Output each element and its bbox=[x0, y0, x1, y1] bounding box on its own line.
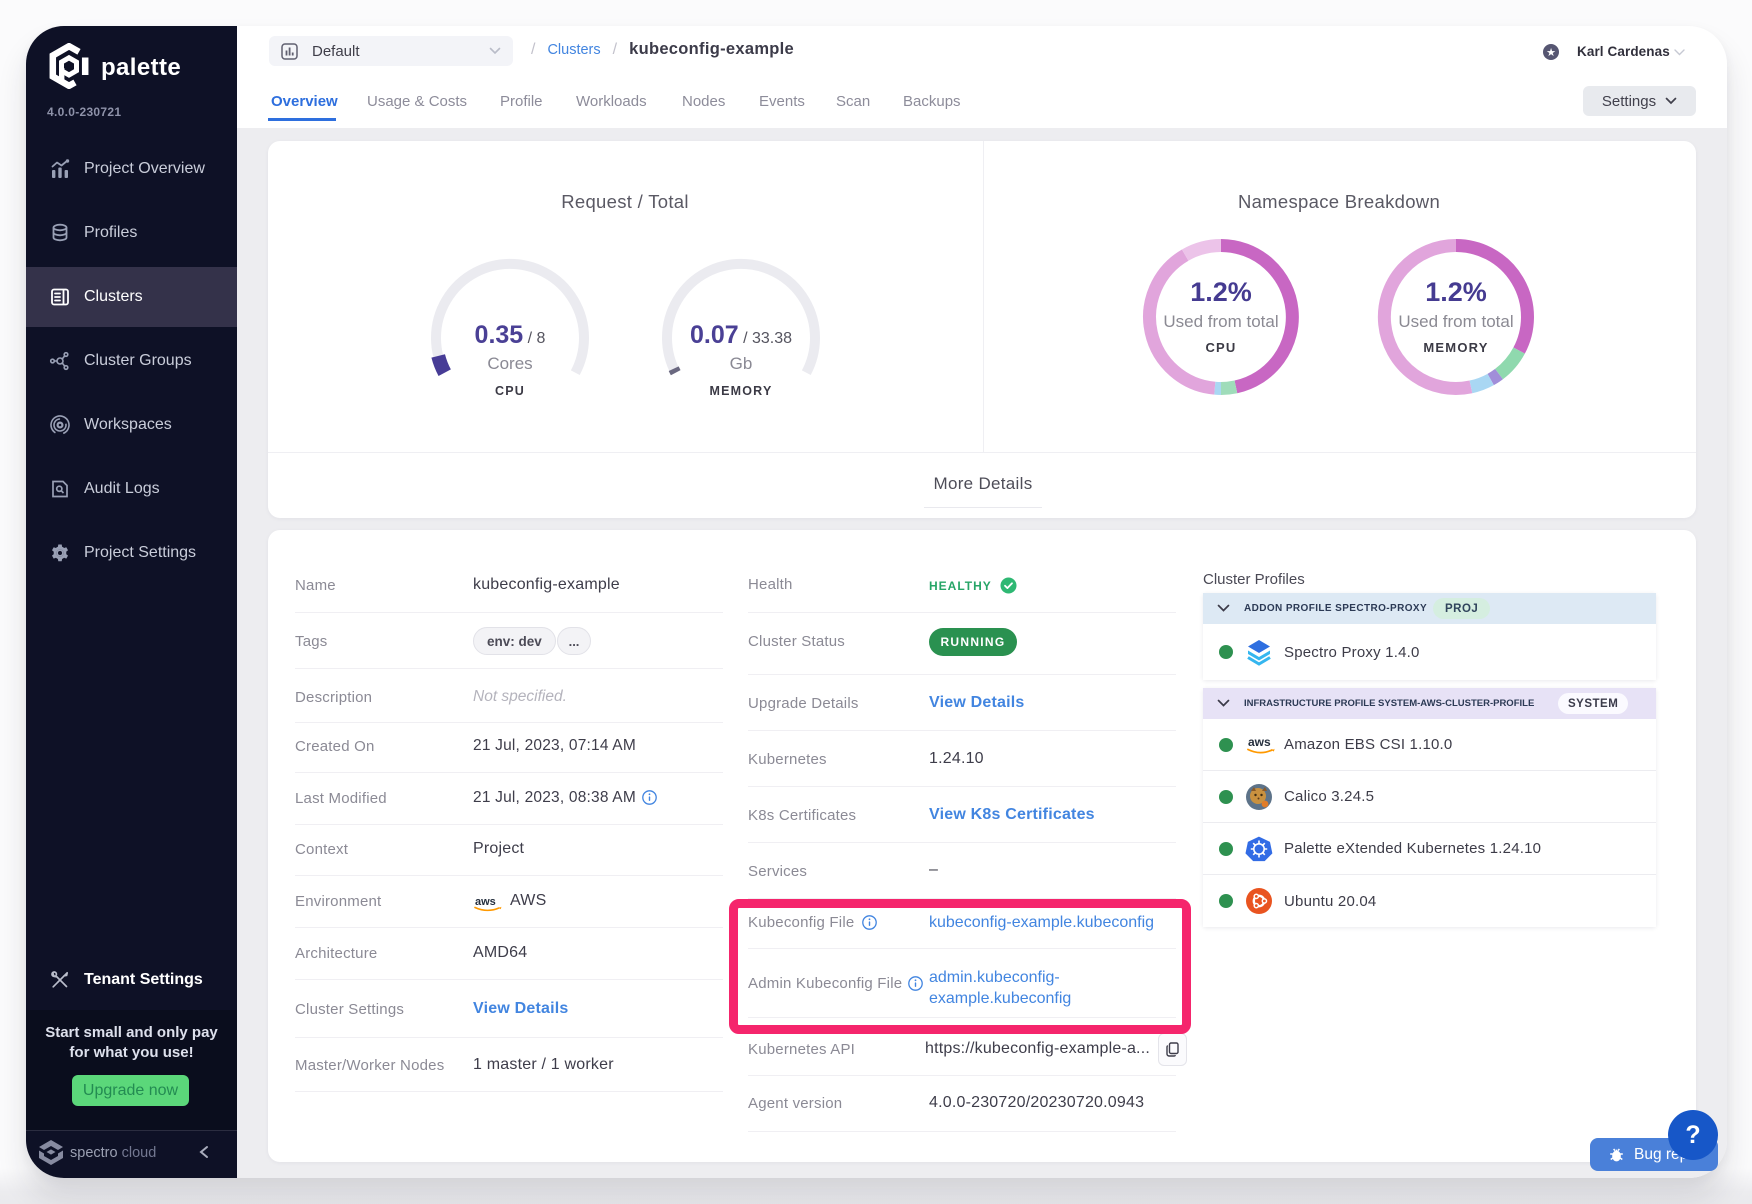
svg-text:aws: aws bbox=[475, 896, 496, 908]
svg-text:aws: aws bbox=[1248, 735, 1271, 749]
